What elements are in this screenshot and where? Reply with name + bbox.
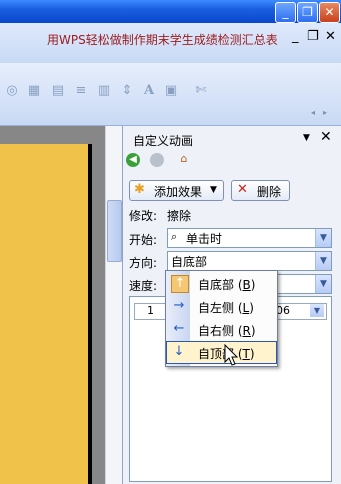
close-icon: ✕ [324,5,335,19]
mdi-minimize-button[interactable]: _ [292,29,299,44]
chevron-down-icon: ▼ [210,185,217,195]
arrow-up-icon: ↑ [171,275,189,293]
minimize-icon: _ [282,5,289,19]
menu-item-label: 自左侧 [198,301,235,315]
chevron-down-icon: ▼ [315,275,331,293]
text-icon[interactable]: A [141,83,157,99]
menu-item-from-right[interactable]: ← 自右侧 (R) [166,318,277,341]
menu-item-from-top[interactable]: ↓ 自顶部 (T) [166,341,277,364]
arrow-down-icon: ↓ [173,344,185,359]
mdi-restore-button[interactable]: ❐ [307,29,319,44]
menu-item-accelerator: T [242,347,250,361]
format-icon[interactable]: ⇕ [119,83,135,99]
direction-value: 自底部 [171,255,208,269]
menu-item-accelerator: B [242,278,251,292]
list-item-suffix: 06 [276,304,290,317]
direction-select[interactable]: 自底部 ▼ [167,251,332,271]
menu-item-from-bottom[interactable]: ↑ 自底部 (B) [166,272,277,295]
start-label: 开始: [129,233,158,247]
menu-item-accelerator: R [242,324,251,338]
speed-label: 速度: [129,279,158,293]
modify-label: 修改: [129,209,158,223]
menu-item-label: 自右侧 [198,324,235,338]
list-item-number: 1 [147,304,154,317]
arrow-left-icon: ← [173,321,185,336]
document-title: 用WPS轻松做制作期末学生成绩检测汇总表 [47,33,278,47]
table-icon[interactable]: ▦ [26,83,42,99]
remove-label: 删除 [257,185,282,199]
pane-dropdown-button[interactable]: ▼ [303,133,310,143]
restore-button[interactable]: ❐ [297,2,318,23]
add-effect-button[interactable]: ✱ 添加效果 ▼ [129,180,224,201]
chevron-down-icon[interactable]: ▼ [310,304,324,317]
minimize-button[interactable]: _ [275,2,296,23]
mdi-close-button[interactable]: ✕ [325,29,336,44]
star-icon: ✱ [134,182,145,197]
vertical-scrollbar[interactable] [105,126,123,484]
restore-icon: ❐ [302,5,313,19]
chart-icon[interactable]: ▥ [96,83,112,99]
modify-effect-value: 擦除 [167,209,192,223]
direction-menu: ↑ 自底部 (B) → 自左侧 (L) ← 自右侧 (R) ↓ 自顶部 (T) [165,270,278,367]
chevron-down-icon: ▼ [315,229,331,247]
back-icon[interactable]: ◀ [126,153,140,167]
add-effect-label: 添加效果 [154,185,203,199]
toolbar-scroll-left-button[interactable]: ◂ [311,108,315,117]
mouse-icon: ⌕ [171,230,178,243]
close-button[interactable]: ✕ [319,2,340,23]
mouse-pointer-icon [224,344,239,366]
forward-icon[interactable] [150,153,164,167]
tools-icon[interactable]: ✄ [193,83,209,99]
align-icon[interactable]: ≡ [73,83,89,99]
start-select[interactable]: ⌕ 单击时 ▼ [167,228,332,248]
arrow-right-icon: → [173,298,185,313]
menu-item-from-left[interactable]: → 自左侧 (L) [166,295,277,318]
menu-item-accelerator: L [242,301,250,315]
slide-canvas[interactable] [0,144,92,484]
menu-item-label: 自底部 [198,278,235,292]
toolbar-row: ◎ ▦ ▤ ≡ ▥ ⇕ A ▣ ✄ [0,78,221,104]
pane-title: 自定义动画 [133,134,194,148]
remove-button[interactable]: ✕ 删除 [231,180,290,201]
circle-icon[interactable]: ◎ [4,83,20,99]
home-icon[interactable]: ⌂ [177,152,191,166]
grid-icon[interactable]: ▤ [50,83,66,99]
image-icon[interactable]: ▣ [163,83,179,99]
direction-label: 方向: [129,256,158,270]
toolbar-scroll-right-button[interactable]: ▸ [323,108,327,117]
start-value: 单击时 [186,232,223,246]
scrollbar-thumb[interactable] [107,200,122,262]
delete-icon: ✕ [237,182,248,197]
pane-close-button[interactable]: ✕ [320,129,332,145]
chevron-down-icon: ▼ [315,252,331,270]
